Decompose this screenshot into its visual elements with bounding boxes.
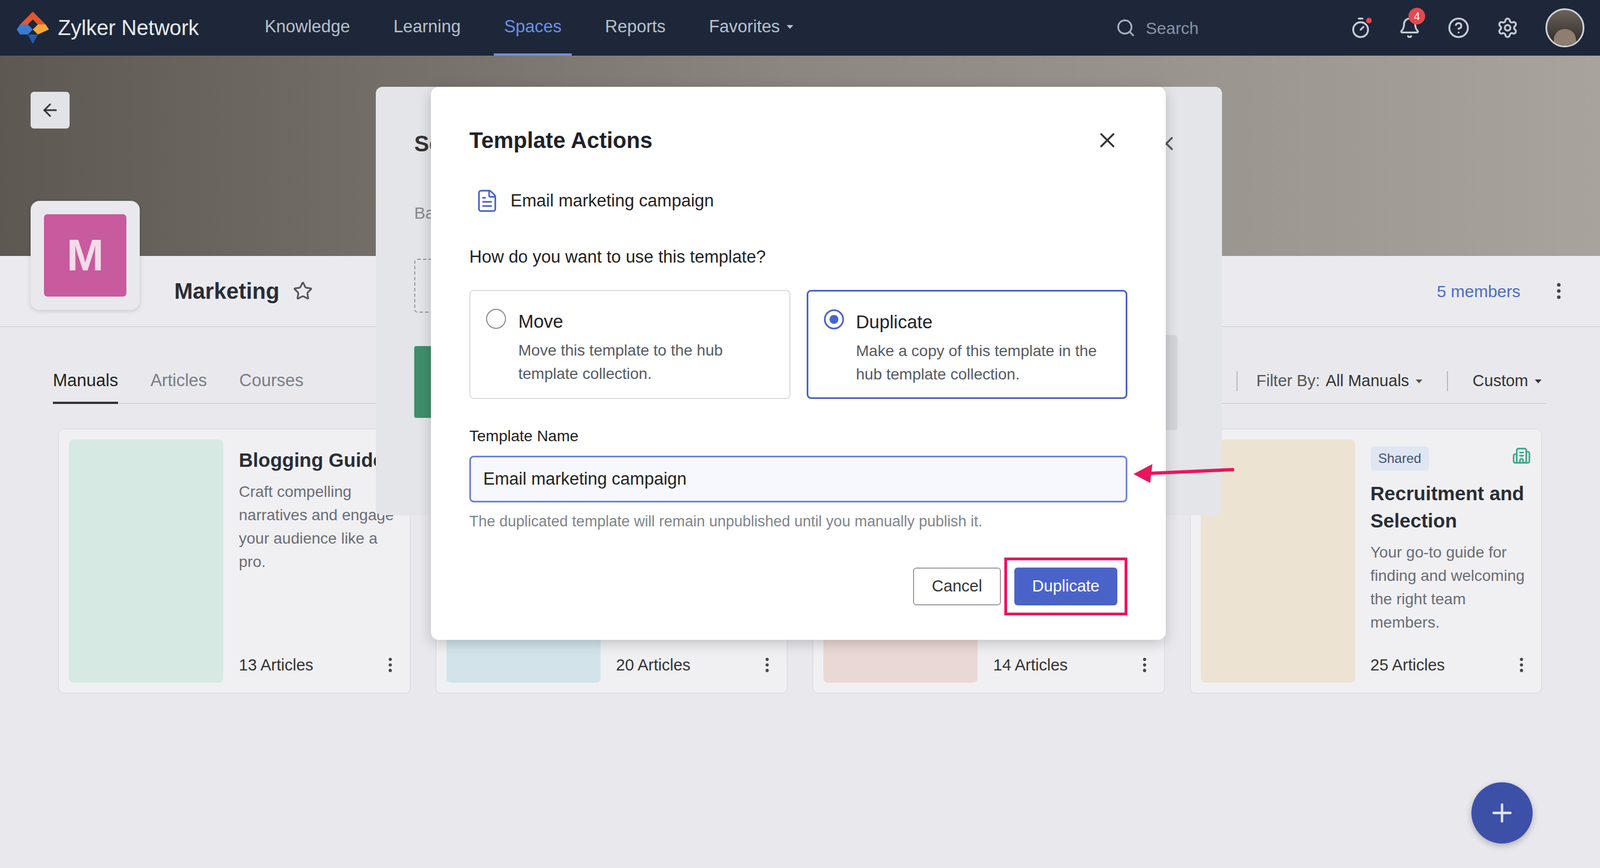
building-icon	[1512, 446, 1531, 466]
tab[interactable]: Manuals	[52, 359, 119, 405]
more-icon[interactable]	[1548, 280, 1570, 302]
option-title: Move	[518, 307, 779, 336]
search-placeholder: Search	[1145, 15, 1199, 41]
brand[interactable]: Zylker Network	[14, 9, 199, 47]
article-count: 13 Articles	[238, 653, 314, 679]
card-title: Recruitment and Selection	[1370, 479, 1532, 535]
dialog-title: Template Actions	[469, 123, 653, 157]
tab[interactable]: Courses	[239, 359, 304, 405]
helper-text: The duplicated template will remain unpu…	[469, 510, 1128, 534]
sort-dropdown[interactable]: Custom	[1472, 369, 1542, 394]
article-count: 25 Articles	[1370, 653, 1446, 679]
manual-card[interactable]: Blogging GuideCraft compelling narrative…	[57, 428, 411, 695]
filter-label: Filter By:	[1256, 369, 1320, 394]
highlight-box: Duplicate	[1004, 557, 1128, 616]
card-more-icon[interactable]	[1512, 655, 1531, 675]
notifications-button[interactable]: 4	[1398, 16, 1421, 39]
shared-badge: Shared	[1370, 446, 1430, 471]
app-window: Zylker Network Knowledge Learning Spaces Rep…	[0, 0, 1600, 868]
option-card[interactable]: DuplicateMake a copy of this template in…	[806, 290, 1128, 400]
notification-badge: 4	[1408, 7, 1426, 25]
manual-card[interactable]: Shared Recruitment and Selection Your go-t…	[1189, 428, 1543, 695]
add-button[interactable]	[1471, 782, 1533, 844]
filter-value: All Manuals	[1325, 369, 1410, 394]
gear-icon[interactable]	[1496, 16, 1519, 39]
card-more-icon[interactable]	[757, 655, 777, 675]
option-title: Duplicate	[856, 308, 1116, 337]
card-more-icon[interactable]	[1135, 655, 1155, 675]
timer-button[interactable]	[1349, 16, 1372, 39]
field-label: Template Name	[469, 424, 1128, 449]
nav-caret-icon	[786, 25, 794, 29]
template-icon	[474, 188, 500, 214]
duplicate-button[interactable]: Duplicate	[1014, 567, 1118, 606]
template-name-input[interactable]: Email marketing campaign	[469, 455, 1128, 503]
card-cover	[1200, 439, 1356, 684]
card-cover	[69, 439, 224, 684]
filter-caret-icon	[1415, 379, 1423, 384]
back-button[interactable]	[30, 91, 70, 129]
radio-button[interactable]	[823, 309, 844, 330]
template-actions-dialog: Template Actions Email marketing campaign…	[430, 86, 1166, 641]
timer-dot	[1366, 17, 1372, 24]
brand-logo-icon[interactable]	[14, 9, 52, 47]
annotation-arrow-icon	[1130, 455, 1236, 489]
card-description: Your go-to guide for finding and welcomi…	[1370, 541, 1532, 635]
search-icon	[1115, 17, 1136, 38]
tab[interactable]: Articles	[150, 359, 208, 405]
article-count: 14 Articles	[993, 653, 1068, 679]
close-icon[interactable]	[1095, 128, 1120, 153]
arrow-left-icon	[40, 100, 61, 121]
nav-item[interactable]: Spaces	[493, 0, 572, 56]
nav-item[interactable]: Favorites	[698, 0, 803, 56]
space-title: Marketing	[174, 274, 280, 308]
top-nav: Zylker Network Knowledge Learning Spaces Rep…	[0, 0, 1600, 56]
radio-button[interactable]	[486, 308, 507, 330]
card-more-icon[interactable]	[380, 655, 400, 675]
nav-menu: Knowledge Learning Spaces Reports Favorites	[254, 0, 804, 56]
article-count: 20 Articles	[616, 653, 691, 679]
option-card[interactable]: Move Move this template to the hub templa…	[469, 290, 791, 400]
nav-item[interactable]: Learning	[383, 0, 471, 56]
option-description: Make a copy of this template in the hub …	[856, 339, 1116, 387]
filter-dropdown[interactable]: Filter By:All Manuals	[1256, 369, 1423, 394]
members-link[interactable]: 5 members	[1436, 278, 1521, 304]
template-name: Email marketing campaign	[510, 188, 714, 215]
plus-icon	[1487, 798, 1517, 828]
dialog-question: How do you want to use this template?	[469, 244, 1128, 271]
nav-item[interactable]: Reports	[595, 0, 676, 56]
nav-item[interactable]: Knowledge	[254, 0, 360, 56]
option-description: Move this template to the hub template c…	[518, 339, 779, 386]
sort-value: Custom	[1472, 369, 1529, 394]
cancel-button[interactable]: Cancel	[913, 567, 1001, 606]
sort-caret-icon	[1534, 379, 1542, 384]
space-logo: M	[30, 200, 140, 311]
brand-name: Zylker Network	[57, 12, 199, 44]
star-icon[interactable]	[292, 281, 313, 302]
search-field[interactable]: Search	[1115, 15, 1350, 41]
option-group: Move Move this template to the hub templa…	[469, 290, 1128, 400]
help-icon[interactable]	[1447, 16, 1470, 39]
user-avatar[interactable]	[1545, 8, 1585, 48]
